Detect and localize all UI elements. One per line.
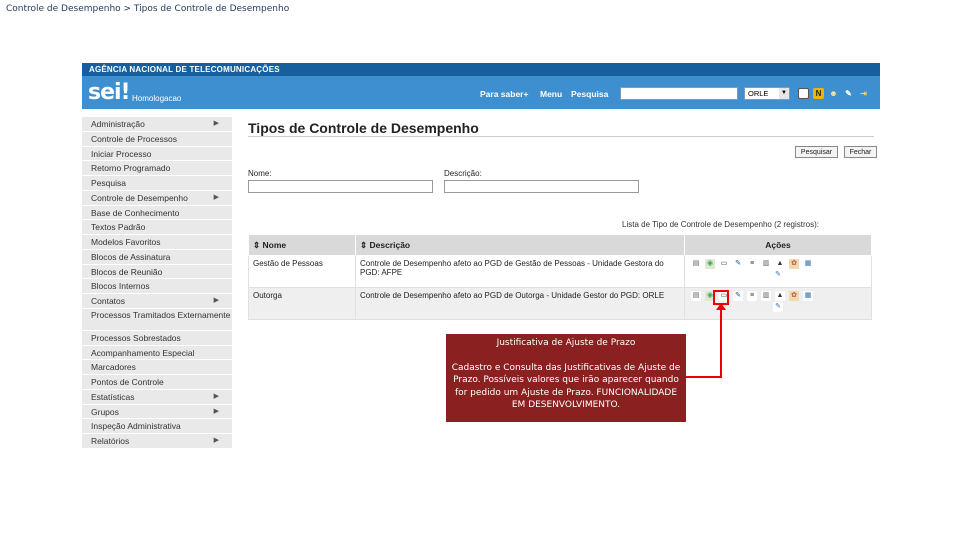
chevron-right-icon: ▶ bbox=[213, 437, 219, 444]
sidebar-item-label: Grupos bbox=[91, 406, 119, 417]
justificativa-icon[interactable]: ◉ bbox=[705, 259, 715, 269]
cell-nome: Gestão de Pessoas bbox=[248, 255, 356, 288]
cell-acoes: ▤ ◉ ▭ ✎ ≡ ▥ ▲ ✿ ▦ ✎ bbox=[684, 255, 872, 288]
cell-nome: Outorga bbox=[248, 287, 356, 320]
edit-icon[interactable]: ✎ bbox=[733, 259, 743, 269]
page-icon[interactable]: ▥ bbox=[761, 291, 771, 301]
note-icon[interactable]: ✎ bbox=[773, 302, 783, 312]
arrow-up-icon bbox=[716, 303, 726, 310]
pesquisar-button[interactable]: Pesquisar bbox=[795, 146, 838, 158]
chevron-right-icon: ▶ bbox=[213, 193, 219, 201]
sidebar-item[interactable]: Pesquisa bbox=[82, 176, 232, 191]
stamp-icon[interactable]: ▲ bbox=[775, 291, 785, 301]
sidebar-item[interactable]: Pontos de Controle bbox=[82, 375, 232, 390]
sidebar-item-label: Pesquisa bbox=[91, 178, 126, 188]
sidebar-item[interactable]: Contatos ▶ bbox=[82, 294, 232, 309]
table-caption: Lista de Tipo de Controle de Desempenho … bbox=[622, 220, 819, 229]
sidebar-item[interactable]: Processos Tramitados Externamente bbox=[82, 308, 232, 331]
nome-field[interactable] bbox=[248, 180, 433, 193]
sidebar-item[interactable]: Estatísticas ▶ bbox=[82, 389, 232, 405]
sidebar-item-label: Retorno Programado bbox=[91, 163, 171, 174]
cell-descricao: Controle de Desempenho afeto ao PGD de O… bbox=[355, 287, 685, 320]
table-row: Outorga Controle de Desempenho afeto ao P… bbox=[248, 287, 872, 320]
list-icon[interactable]: ≡ bbox=[747, 259, 757, 269]
sidebar-item[interactable]: Base de Conhecimento bbox=[82, 205, 232, 221]
sidebar-item-label: Estatísticas bbox=[91, 391, 135, 402]
gear-icon[interactable]: ✿ bbox=[789, 291, 799, 301]
pointer-line bbox=[720, 305, 722, 377]
tipos-table: ⇕ Nome ⇕ Descrição Ações Gestão de Pesso… bbox=[248, 234, 872, 320]
environment-label: Homologacao bbox=[132, 94, 182, 103]
sidebar-item[interactable]: Textos Padrão bbox=[82, 220, 232, 235]
col-acoes: Ações bbox=[684, 234, 872, 256]
nome-label: Nome: bbox=[248, 169, 272, 178]
page-icon[interactable]: ▥ bbox=[761, 259, 771, 269]
sidebar-item[interactable]: Grupos ▶ bbox=[82, 404, 232, 420]
title-divider bbox=[248, 136, 874, 137]
chevron-right-icon: ▶ bbox=[213, 407, 219, 415]
fechar-button[interactable]: Fechar bbox=[844, 146, 877, 158]
sidebar-item[interactable]: Blocos de Reunião bbox=[82, 264, 232, 280]
sidebar-item-label: Controle de Desempenho bbox=[91, 192, 188, 203]
sidebar-item[interactable]: Modelos Favoritos bbox=[82, 235, 232, 250]
sidebar-item-label: Controle de Processos bbox=[91, 133, 177, 144]
chevron-right-icon: ▶ bbox=[213, 120, 219, 127]
list-icon[interactable]: ≡ bbox=[747, 291, 757, 301]
chevron-right-icon: ▶ bbox=[213, 392, 219, 400]
sidebar-item-label: Acompanhamento Especial bbox=[91, 347, 195, 358]
sidebar-item-label: Textos Padrão bbox=[91, 222, 146, 233]
sidebar-item-label: Contatos bbox=[91, 296, 126, 306]
sidebar-item-label: Processos Tramitados Externamente bbox=[91, 309, 231, 320]
sidebar-item-label: Pontos de Controle bbox=[91, 377, 164, 387]
sidebar-item[interactable]: Relatórios ▶ bbox=[82, 434, 232, 449]
sidebar-menu: Administração ▶ Controle de Processos Inici… bbox=[82, 117, 232, 449]
sidebar-item[interactable]: Processos Sobrestados bbox=[82, 330, 232, 346]
sidebar-item[interactable]: Controle de Desempenho ▶ bbox=[82, 190, 232, 206]
sidebar-item[interactable]: Acompanhamento Especial bbox=[82, 345, 232, 361]
sidebar-item-label: Modelos Favoritos bbox=[91, 237, 161, 247]
chart-icon[interactable]: ▦ bbox=[803, 291, 813, 301]
sidebar-item[interactable]: Retorno Programado bbox=[82, 161, 232, 176]
chart-icon[interactable]: ▦ bbox=[803, 259, 813, 269]
gear-icon[interactable]: ✿ bbox=[789, 259, 799, 269]
sei-logo[interactable]: sei! bbox=[88, 81, 131, 105]
edit-icon[interactable]: ✎ bbox=[733, 291, 743, 301]
col-nome[interactable]: ⇕ Nome bbox=[248, 234, 356, 256]
sidebar-item[interactable]: Inspeção Administrativa bbox=[82, 419, 232, 434]
document-icon[interactable]: ▤ bbox=[691, 291, 701, 301]
annotation-callout: Justificativa de Ajuste de Prazo Cadastr… bbox=[446, 334, 686, 422]
sidebar-item[interactable]: Blocos Internos bbox=[82, 279, 232, 294]
sidebar-item-label: Blocos Internos bbox=[91, 281, 150, 292]
sidebar-item-label: Marcadores bbox=[91, 362, 136, 373]
sidebar-item-label: Blocos de Assinatura bbox=[91, 251, 171, 262]
sidebar-item[interactable]: Controle de Processos bbox=[82, 131, 232, 147]
sidebar-item-label: Processos Sobrestados bbox=[91, 332, 181, 343]
sidebar-item-label: Blocos de Reunião bbox=[91, 266, 163, 277]
sidebar-item-label: Administração bbox=[91, 119, 145, 129]
sidebar-item[interactable]: Blocos de Assinatura bbox=[82, 249, 232, 265]
callout-body: Cadastro e Consulta das Justificativas d… bbox=[451, 362, 681, 411]
col-descricao[interactable]: ⇕ Descrição bbox=[355, 234, 685, 256]
descricao-label: Descrição: bbox=[444, 169, 482, 178]
cell-descricao: Controle de Desempenho afeto ao PGD de G… bbox=[355, 255, 685, 288]
chevron-right-icon: ▶ bbox=[213, 297, 219, 304]
callout-title: Justificativa de Ajuste de Prazo bbox=[496, 338, 636, 348]
pointer-line bbox=[686, 376, 722, 378]
sidebar-item-label: Iniciar Processo bbox=[91, 148, 152, 159]
monitor-icon[interactable]: ▭ bbox=[719, 259, 729, 269]
note-icon[interactable]: ✎ bbox=[773, 270, 783, 280]
sidebar-item[interactable]: Iniciar Processo bbox=[82, 146, 232, 162]
page-title: Tipos de Controle de Desempenho bbox=[248, 120, 479, 136]
sidebar-item[interactable]: Marcadores bbox=[82, 360, 232, 375]
sidebar-item[interactable]: Administração ▶ bbox=[82, 117, 232, 132]
stamp-icon[interactable]: ▲ bbox=[775, 259, 785, 269]
sidebar-item-label: Relatórios bbox=[91, 436, 130, 446]
document-icon[interactable]: ▤ bbox=[691, 259, 701, 269]
table-row: Gestão de Pessoas Controle de Desempenho … bbox=[248, 255, 872, 288]
sidebar-item-label: Inspeção Administrativa bbox=[91, 421, 181, 432]
sidebar-item-label: Base de Conhecimento bbox=[91, 207, 180, 218]
breadcrumb: Controle de Desempenho > Tipos de Contro… bbox=[6, 4, 290, 14]
descricao-field[interactable] bbox=[444, 180, 639, 193]
